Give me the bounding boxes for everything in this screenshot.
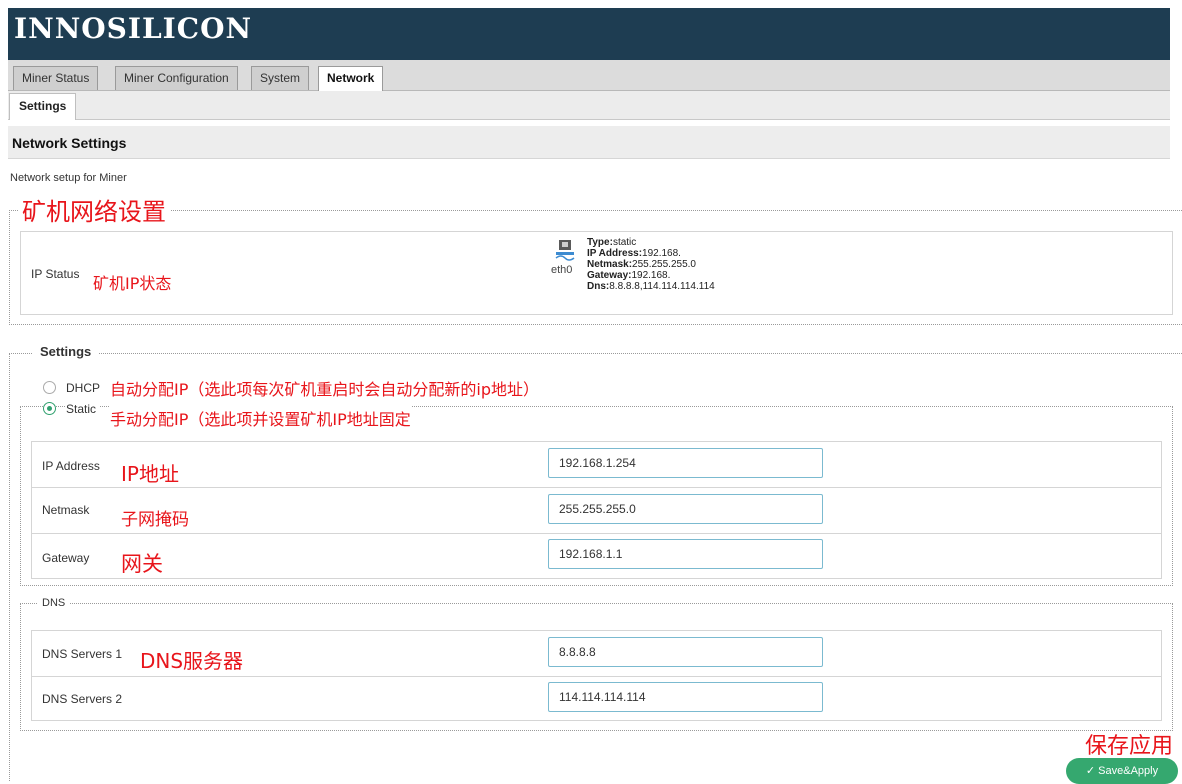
tab-system[interactable]: System bbox=[251, 66, 310, 90]
ip-label: IP Address: bbox=[587, 248, 643, 259]
tab-miner-configuration[interactable]: Miner Configuration bbox=[115, 66, 238, 90]
ip-address-input[interactable] bbox=[548, 448, 823, 478]
annot-static: 手动分配IP（选此项并设置矿机IP地址固定 bbox=[110, 406, 411, 430]
check-icon: ✓ bbox=[1085, 765, 1096, 777]
dhcp-radio[interactable] bbox=[43, 381, 56, 394]
annot-save-apply: 保存应用 bbox=[1085, 734, 1174, 759]
ip-value: 192.168. bbox=[642, 248, 681, 259]
netmask-label: Netmask: bbox=[587, 259, 633, 270]
page-description: Network setup for Miner bbox=[10, 172, 127, 184]
settings-left-line bbox=[9, 353, 10, 781]
gateway-input[interactable] bbox=[548, 539, 823, 569]
netmask-value: 255.255.255.0 bbox=[632, 259, 696, 270]
network-interface-icon bbox=[555, 240, 575, 261]
type-value: static bbox=[612, 237, 637, 248]
annot-dns-servers: DNS服务器 bbox=[140, 649, 244, 673]
annot-ip-status: 矿机IP状态 bbox=[93, 274, 172, 293]
annot-ip-address: IP地址 bbox=[121, 462, 179, 486]
dns-value: 8.8.8.8,114.114.114.114 bbox=[609, 281, 715, 292]
tab-miner-status[interactable]: Miner Status bbox=[13, 66, 99, 90]
ip-status-label: IP Status bbox=[31, 267, 80, 281]
ip-status-details: Type:static IP Address:192.168. Netmask:… bbox=[587, 237, 715, 292]
tab-network[interactable]: Network bbox=[318, 66, 384, 91]
ip-address-label: IP Address bbox=[42, 459, 100, 473]
netmask-label: Netmask bbox=[42, 503, 90, 517]
dns-servers-2-input[interactable] bbox=[548, 682, 823, 712]
sub-tab-bar bbox=[8, 91, 1170, 120]
annot-dhcp: 自动分配IP（选此项每次矿机重启时会自动分配新的ip地址） bbox=[110, 380, 539, 399]
subtab-settings[interactable]: Settings bbox=[9, 93, 77, 120]
dns-label: Dns: bbox=[587, 281, 610, 292]
settings-legend: Settings bbox=[32, 344, 100, 359]
annot-network-settings: 矿机网络设置 bbox=[18, 192, 170, 227]
gateway-label: Gateway: bbox=[587, 270, 632, 281]
innosilicon-logo: INNOSILICON bbox=[14, 12, 253, 45]
settings-legend-line bbox=[9, 353, 1182, 354]
dns-servers-1-input[interactable] bbox=[548, 637, 823, 667]
iface-name: eth0 bbox=[551, 264, 573, 276]
save-apply-label: Save&Apply bbox=[1098, 765, 1159, 777]
title-band bbox=[8, 126, 1170, 159]
netmask-input[interactable] bbox=[548, 494, 823, 524]
gateway-label: Gateway bbox=[42, 551, 90, 565]
annot-gateway: 网关 bbox=[121, 552, 163, 576]
dns-legend: DNS bbox=[38, 597, 70, 609]
dns-servers-2-label: DNS Servers 2 bbox=[42, 692, 123, 706]
dhcp-label: DHCP bbox=[66, 381, 101, 395]
static-radio[interactable] bbox=[43, 402, 56, 415]
static-label: Static bbox=[66, 402, 101, 416]
page-title: Network Settings bbox=[12, 135, 127, 151]
annot-netmask: 子网掩码 bbox=[121, 510, 189, 530]
dns-servers-1-label: DNS Servers 1 bbox=[42, 647, 123, 661]
type-label: Type: bbox=[587, 237, 613, 248]
gateway-value: 192.168. bbox=[631, 270, 671, 281]
save-apply-button[interactable]: ✓ Save&Apply bbox=[1066, 758, 1178, 784]
